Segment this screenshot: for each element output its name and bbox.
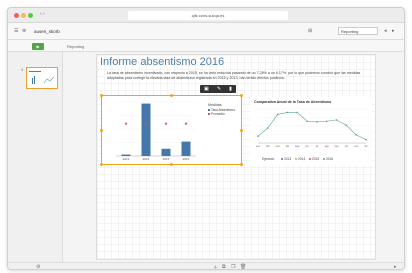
bar-2015[interactable] [161,148,171,156]
line-tick-jun: jun [304,145,309,148]
line-chart: ene feb mar abr may jun jul ago sep oct nov dic Eje… [256,108,368,161]
legend-item-promedio: Promedio [211,112,225,116]
sheet-thumbnails-panel: 1 [8,52,63,262]
minimize-window-button[interactable] [21,13,26,18]
edit-popover: ▣ ✎ ▮ [200,85,236,93]
bar-legend-title: Medidas [208,103,222,107]
bar-chart-object[interactable]: 2013 2014 2015 2016 Medidas Tasa Absentismo… [100,94,243,166]
legend-swatch-tasa [208,109,210,111]
navigate-icon[interactable]: ⊕ [22,28,26,34]
delete-icon[interactable]: ▮ [229,85,232,93]
line-tick-nov: nov [354,145,359,148]
collapse-icon[interactable]: ▸ [394,264,397,269]
copy-icon[interactable]: ❐ [231,264,235,269]
sheet-label: Reporting [67,44,85,49]
legend-swatch-2016 [323,158,325,160]
resize-handle-tr[interactable] [240,94,243,97]
back-icon[interactable]: ◂ [384,28,387,34]
forward-icon[interactable]: ▸ [392,28,395,34]
avg-point-2016[interactable] [184,122,188,125]
bar-2016[interactable] [181,141,191,156]
app-toolbar: ☰ ⊕ ausen_stiorb ⊞ Reporting ◂ ▸ [8,23,404,40]
selections-icon[interactable]: ⊞ [308,28,312,34]
line-chart-title: Comparativa Anual de la Tasa de Absentis… [254,100,332,104]
line-tick-oct: oct [345,145,349,148]
avg-point-2013[interactable] [124,122,128,125]
line-point-feb[interactable] [267,127,269,129]
play-button[interactable]: ▶ [32,43,44,50]
legend-item-2016: 2016 [326,157,333,161]
title-bar: ‹ › qlik.cons.sucqa.es [8,8,404,23]
line-tick-may: may [295,145,300,148]
line-point-jun[interactable] [306,120,308,123]
mode-dropdown[interactable]: Reporting [338,27,378,35]
resize-handle-br[interactable] [240,163,243,166]
legend-swatch-2014 [295,158,297,160]
line-tick-jul: jul [315,145,319,148]
bar-tick-2014: 2014 [143,157,150,161]
resize-handle-top[interactable] [170,94,173,97]
legend-item-2013: 2013 [284,157,291,161]
bar-2014[interactable] [141,103,151,156]
legend-swatch-2013 [281,158,283,160]
settings-icon[interactable]: ⚙ [36,264,40,269]
line-legend-label: Ejercicio [262,157,274,161]
bar-chart: 2013 2014 2015 2016 Medidas Tasa Absentismo… [116,101,235,161]
line-point-sep[interactable] [335,119,338,121]
add-icon[interactable]: ＋ [213,264,218,269]
line-point-oct[interactable] [345,124,348,127]
app-name[interactable]: ausen_stiorb [34,29,60,34]
status-bar: ⚙ ＋ ⧉ ❐ 🗑 ▸ [8,262,404,269]
line-point-ago[interactable] [325,120,328,123]
sheet: Informe absentismo 2016 La tasa de absen… [96,54,376,260]
line-tick-ene: ene [256,145,261,148]
close-window-button[interactable] [14,13,19,18]
resize-handle-bl[interactable] [100,163,103,166]
line-point-mar[interactable] [276,113,279,116]
line-tick-ago: ago [325,145,330,148]
bar-tick-2013: 2013 [123,157,130,161]
legend-swatch-2015 [309,158,311,160]
legend-swatch-promedio [208,113,210,115]
resize-handle-bottom[interactable] [170,163,173,166]
sheet-thumbnail[interactable] [26,67,58,89]
line-point-may[interactable] [296,111,299,114]
url-bar[interactable]: qlik.cons.sucqa.es [128,11,288,20]
legend-item-2015: 2015 [312,157,319,161]
sheet-title[interactable]: Informe absentismo 2016 [100,56,224,68]
pencil-icon[interactable]: ✎ [217,85,221,93]
bar-2013[interactable] [121,154,131,156]
resize-handle-right[interactable] [240,129,243,132]
browser-nav-icons[interactable]: ‹ › [40,11,45,17]
sheet-paragraph[interactable]: La tasa de absentismo incentivado, con r… [107,71,367,81]
line-tick-abr: abr [286,145,290,148]
line-tick-mar: mar [276,145,280,148]
app-window: ‹ › qlik.cons.sucqa.es ☰ ⊕ ausen_stiorb … [7,7,405,270]
line-point-ene[interactable] [257,135,259,137]
avg-point-2014[interactable] [144,122,148,125]
duplicate-icon[interactable]: ⧉ [222,264,226,269]
line-point-jul[interactable] [316,121,318,123]
thumb-number: 1 [21,67,24,72]
avg-point-2015[interactable] [164,122,168,125]
bar-tick-2015: 2015 [163,157,170,161]
line-tick-feb: feb [266,145,270,148]
line-point-nov[interactable] [355,134,357,136]
line-tick-dic: dic [364,145,368,148]
bar-tick-2016: 2016 [183,157,190,161]
maximize-window-button[interactable] [28,13,33,18]
sheet-canvas: Informe absentismo 2016 La tasa de absen… [64,52,404,262]
line-tick-sep: sep [335,145,340,148]
line-point-abr[interactable] [286,111,289,114]
menu-icon[interactable]: ☰ [14,28,18,34]
resize-handle-tl[interactable] [100,94,103,97]
sheet-bar: ▶ Reporting [8,40,404,52]
edit-icon[interactable]: ▣ [204,85,209,93]
line-point-dic[interactable] [365,138,367,141]
line-chart-object[interactable]: Comparativa Anual de la Tasa de Absentis… [250,97,372,165]
legend-item-2014: 2014 [298,157,305,161]
trash-icon[interactable]: 🗑 [240,264,246,269]
resize-handle-left[interactable] [100,129,103,132]
